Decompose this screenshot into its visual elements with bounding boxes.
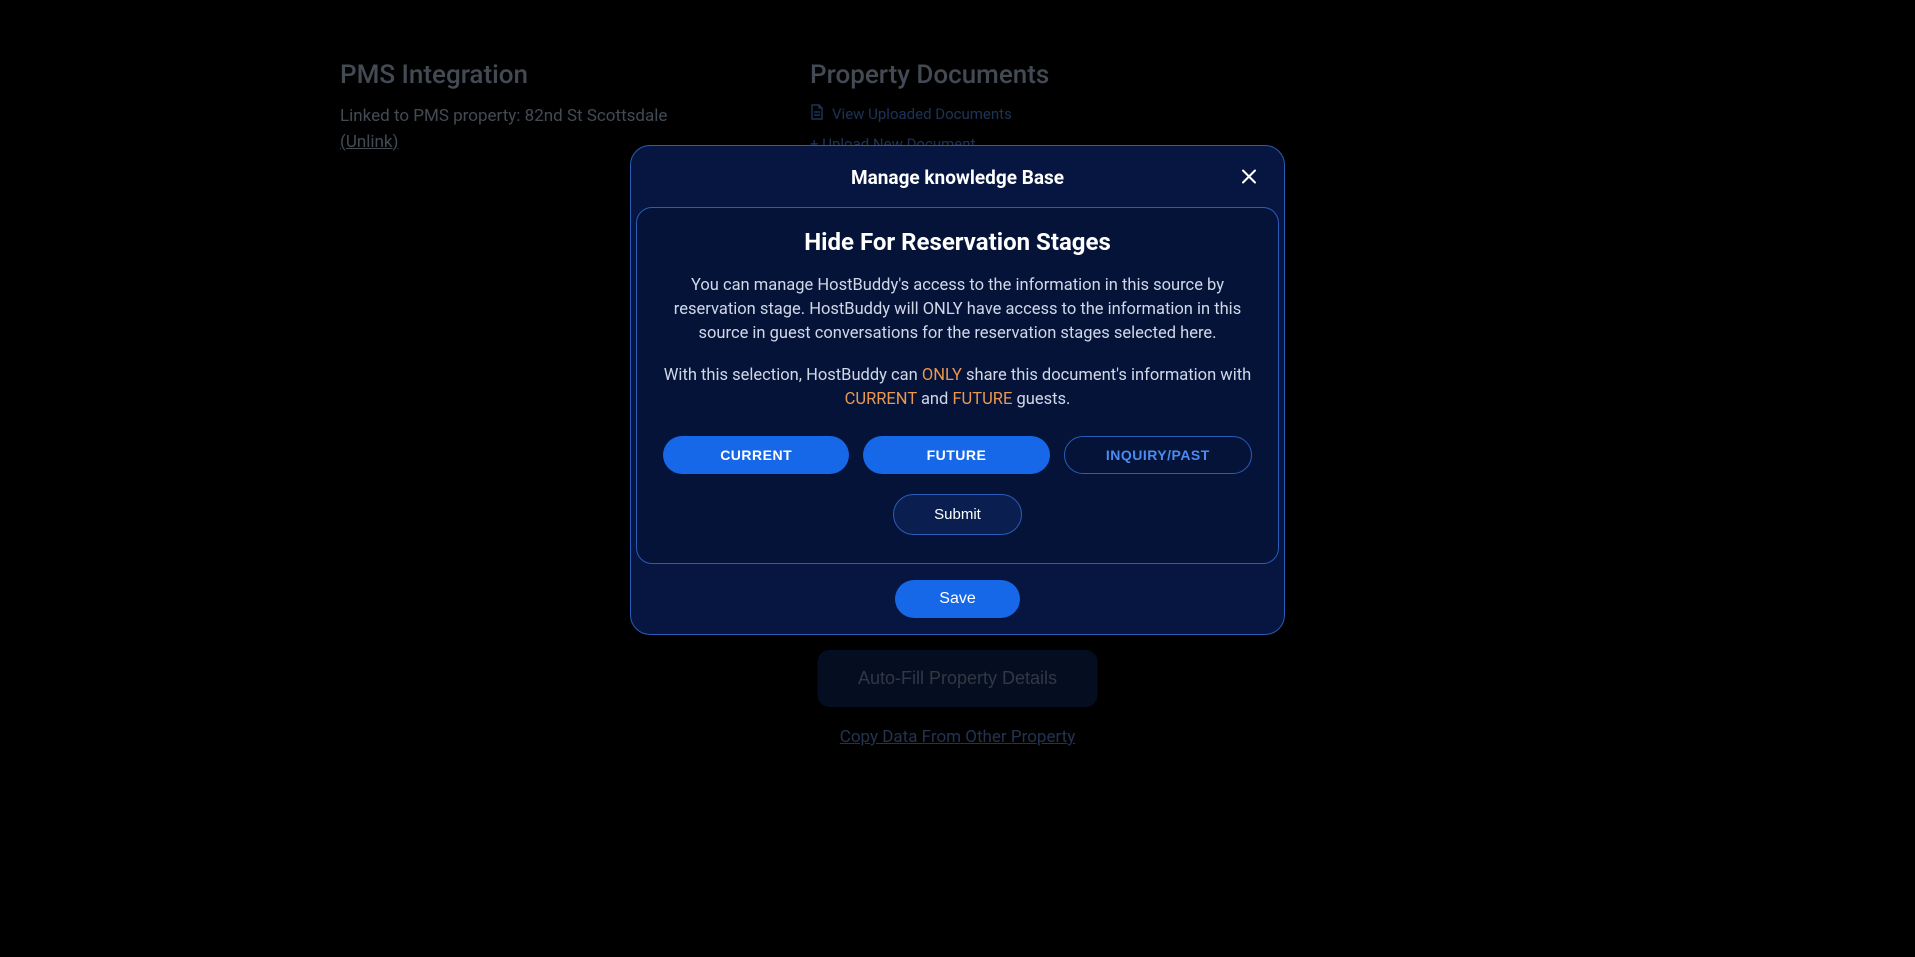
close-icon (1240, 173, 1258, 188)
desc2-mid1: share this document's information with (962, 366, 1251, 385)
modal-header: Manage knowledge Base (633, 148, 1282, 207)
stage-current-button[interactable]: CURRENT (663, 436, 849, 474)
desc2-pre: With this selection, HostBuddy can (664, 366, 922, 385)
desc2-current: CURRENT (845, 390, 917, 409)
reservation-stages-card: Hide For Reservation Stages You can mana… (636, 207, 1279, 564)
manage-knowledge-base-modal: Manage knowledge Base Hide For Reservati… (630, 145, 1285, 635)
card-description-2: With this selection, HostBuddy can ONLY … (663, 364, 1252, 412)
desc2-and: and (917, 390, 953, 409)
card-title: Hide For Reservation Stages (663, 228, 1252, 256)
stage-button-group: CURRENT FUTURE INQUIRY/PAST (663, 436, 1252, 474)
stage-future-button[interactable]: FUTURE (863, 436, 1049, 474)
desc2-future: FUTURE (952, 390, 1012, 409)
desc2-only: ONLY (922, 366, 962, 385)
card-description-1: You can manage HostBuddy's access to the… (663, 274, 1252, 346)
modal-overlay: Manage knowledge Base Hide For Reservati… (0, 0, 1915, 957)
desc2-post: guests. (1012, 390, 1070, 409)
save-button[interactable]: Save (895, 580, 1019, 618)
modal-title: Manage knowledge Base (851, 166, 1064, 189)
stage-inquiry-past-button[interactable]: INQUIRY/PAST (1064, 436, 1252, 474)
submit-button[interactable]: Submit (893, 494, 1022, 535)
close-button[interactable] (1236, 163, 1262, 192)
